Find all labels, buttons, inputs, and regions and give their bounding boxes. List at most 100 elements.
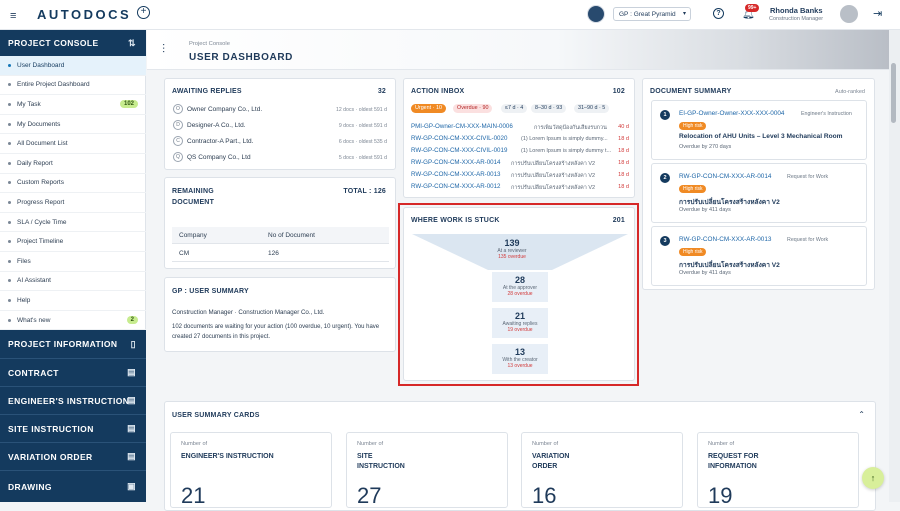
sidebar-item-ai-assistant[interactable]: AI Assistant (0, 272, 146, 292)
filter-chip-7d[interactable]: ≤7 d · 4 (501, 104, 528, 113)
bullet-icon (8, 279, 11, 283)
breadcrumb: Project Console (189, 41, 230, 47)
funnel-stage-approver[interactable]: 28 At the approver 28 overdue (492, 272, 548, 302)
doc-type: Engineer's Instruction (801, 111, 852, 117)
sidebar-item-label: What's new (17, 316, 51, 324)
project-select-value: GP : Great Pyramid (619, 11, 676, 18)
app-logo: AUTODOCS (37, 7, 132, 22)
doc-title[interactable]: Relocation of AHU Units – Level 3 Mechan… (679, 133, 843, 140)
sidebar-item-all-document-list[interactable]: All Document List (0, 134, 146, 154)
sidebar-section-drawing[interactable]: DRAWING ▣ (0, 470, 146, 502)
doc-code[interactable]: RW-GP-CON-CM-XXX-AR-0013 (411, 171, 501, 178)
summary-card-request-for-information[interactable]: Number of REQUEST FOR INFORMATION 19 (697, 432, 859, 508)
company-name[interactable]: Contractor-A Part., Ltd. (187, 138, 253, 145)
sidebar-section-project-console[interactable]: PROJECT CONSOLE ⇅ (0, 30, 146, 56)
doc-code[interactable]: RW-GP-CON-CM-XXX-AR-0014 (679, 173, 771, 180)
sidebar-section-engineers-instruction[interactable]: ENGINEER'S INSTRUCTION ▤ (0, 386, 146, 414)
funnel-stage-awaiting-replies[interactable]: 21 Awaiting replies 19 overdue (492, 308, 548, 338)
sidebar-item-label: My Documents (17, 120, 61, 128)
bullet-icon (8, 161, 11, 165)
logout-icon[interactable]: ⇥ (873, 7, 882, 20)
scrollbar-thumb[interactable] (891, 63, 896, 123)
card-title-line1: REMAINING (172, 188, 214, 195)
doc-desc: (1) Lorem Ipsum is simply dummy... (521, 135, 608, 142)
help-icon[interactable]: ? (713, 8, 724, 19)
company-name[interactable]: Designer-A Co., Ltd. (187, 122, 246, 129)
sidebar-section-site-instruction[interactable]: SITE INSTRUCTION ▤ (0, 414, 146, 442)
summary-card-variation-order[interactable]: Number of VARIATION ORDER 16 (521, 432, 683, 508)
bullet-icon (8, 259, 11, 263)
scrollbar[interactable] (889, 30, 900, 502)
sidebar-item-daily-report[interactable]: Daily Report (0, 154, 146, 174)
sidebar-item-user-dashboard[interactable]: User Dashboard (0, 56, 146, 76)
doc-code[interactable]: RW-GP-CON-CM-XXX-CIVIL-0020 (411, 135, 507, 142)
doc-title[interactable]: การปรับเปลี่ยนโครงสร้างหลังคา V2 (679, 259, 780, 270)
doc-code[interactable]: EI-GP-Owner-Owner-XXX-XXX-0004 (679, 110, 784, 117)
filter-chip-overdue[interactable]: Overdue · 90 (453, 104, 493, 113)
avatar[interactable] (840, 5, 858, 23)
sidebar-section-contract[interactable]: CONTRACT ▤ (0, 358, 146, 386)
stage-overdue: 13 overdue (507, 363, 533, 369)
list-item[interactable]: RW-GP-CON-CM-XXX-AR-0012 การปรับเปลี่ยนโ… (404, 181, 636, 193)
project-select[interactable]: GP : Great Pyramid ▾ (613, 7, 691, 21)
funnel-stage-reviewer[interactable]: 139 At a reviewer 135 overdue (480, 238, 544, 268)
sidebar-item-label: Custom Reports (17, 179, 64, 187)
bullet-icon (8, 122, 11, 126)
table-row[interactable]: CM 126 (172, 244, 389, 262)
summary-card-engineers-instruction[interactable]: Number of ENGINEER'S INSTRUCTION 21 (170, 432, 332, 508)
document-summary-item[interactable]: 1 EI-GP-Owner-Owner-XXX-XXX-0004 Enginee… (651, 100, 867, 160)
card-label: VARIATION ORDER (532, 453, 570, 470)
user-role: Construction Manager (769, 16, 824, 22)
doc-desc: การเพิ่มวัสดุป้องกันเสียงรบกวน (534, 124, 607, 131)
doc-code[interactable]: PMI-GP-Owner-CM-XXX-MAIN-0006 (411, 123, 513, 130)
bullet-icon (8, 240, 11, 244)
arrow-up-icon: ↑ (870, 473, 876, 483)
list-item[interactable]: RW-GP-CON-CM-XXX-CIVIL-0020 (1) Lorem Ip… (404, 133, 636, 145)
sidebar-item-sla-cycle-time[interactable]: SLA / Cycle Time (0, 213, 146, 233)
add-icon[interactable]: + (137, 6, 150, 19)
stage-count: 28 (514, 275, 525, 285)
sidebar-section-project-information[interactable]: PROJECT INFORMATION ▯ (0, 330, 146, 358)
sidebar-item-entire-project-dashboard[interactable]: Entire Project Dashboard (0, 76, 146, 96)
filter-chip-31-90d[interactable]: 31–90 d · 5 (574, 104, 610, 113)
hamburger-menu-icon[interactable]: ≡ (10, 10, 16, 22)
document-summary-item[interactable]: 2 RW-GP-CON-CM-XXX-AR-0014 Request for W… (651, 163, 867, 223)
doc-code[interactable]: RW-GP-CON-CM-XXX-CIVIL-0019 (411, 147, 507, 154)
chevron-up-icon[interactable]: ⌃ (858, 410, 865, 419)
funnel-stage-creator[interactable]: 13 With the creator 13 overdue (492, 344, 548, 374)
sidebar-item-help[interactable]: Help (0, 291, 146, 311)
filter-chip-urgent[interactable]: Urgent · 10 (411, 104, 446, 113)
document-summary-item[interactable]: 3 RW-GP-CON-CM-XXX-AR-0013 Request for W… (651, 226, 867, 286)
company-initial-icon: D (173, 120, 183, 130)
scroll-top-button[interactable]: ↑ (862, 467, 884, 489)
bullet-icon (8, 181, 11, 185)
company-initial-icon: Q (173, 152, 183, 162)
summary-card-site-instruction[interactable]: Number of SITE INSTRUCTION 27 (346, 432, 508, 508)
company-meta: 12 docs · oldest 591 d (335, 107, 387, 113)
company-name[interactable]: Owner Company Co., Ltd. (187, 106, 262, 113)
list-item[interactable]: PMI-GP-Owner-CM-XXX-MAIN-0006 การเพิ่มวั… (404, 121, 636, 133)
sidebar-item-label: SLA / Cycle Time (17, 218, 67, 226)
sidebar-item-my-documents[interactable]: My Documents (0, 115, 146, 135)
stage-overdue: 135 overdue (498, 254, 526, 260)
doc-code[interactable]: RW-GP-CON-CM-XXX-AR-0014 (411, 159, 501, 166)
filter-chip-8-30d[interactable]: 8–30 d · 93 (531, 104, 567, 113)
remaining-document-card: REMAINING DOCUMENT TOTAL : 126 Company N… (164, 177, 396, 269)
sidebar-section-variation-order[interactable]: VARIATION ORDER ▤ (0, 442, 146, 470)
list-item[interactable]: RW-GP-CON-CM-XXX-CIVIL-0019 (1) Lorem Ip… (404, 145, 636, 157)
list-item[interactable]: RW-GP-CON-CM-XXX-AR-0013 การปรับเปลี่ยนโ… (404, 169, 636, 181)
doc-title[interactable]: การปรับเปลี่ยนโครงสร้างหลังคา V2 (679, 196, 780, 207)
doc-code[interactable]: RW-GP-CON-CM-XXX-AR-0012 (411, 183, 501, 190)
company-name[interactable]: QS Company Co., Ltd (187, 154, 251, 161)
count-value: 102 (612, 88, 625, 95)
list-item[interactable]: RW-GP-CON-CM-XXX-AR-0014 การปรับเปลี่ยนโ… (404, 157, 636, 169)
sidebar-item-my-task[interactable]: My Task 102 (0, 95, 146, 115)
sidebar-item-whats-new[interactable]: What's new 2 (0, 311, 146, 331)
sidebar-item-progress-report[interactable]: Progress Report (0, 193, 146, 213)
sidebar-item-custom-reports[interactable]: Custom Reports (0, 174, 146, 194)
sidebar-item-files[interactable]: Files (0, 252, 146, 272)
doc-code[interactable]: RW-GP-CON-CM-XXX-AR-0013 (679, 236, 771, 243)
sidebar-item-project-timeline[interactable]: Project Timeline (0, 232, 146, 252)
sliders-icon[interactable]: ⇅ (128, 38, 136, 49)
card-title: WHERE WORK IS STUCK (411, 217, 500, 224)
